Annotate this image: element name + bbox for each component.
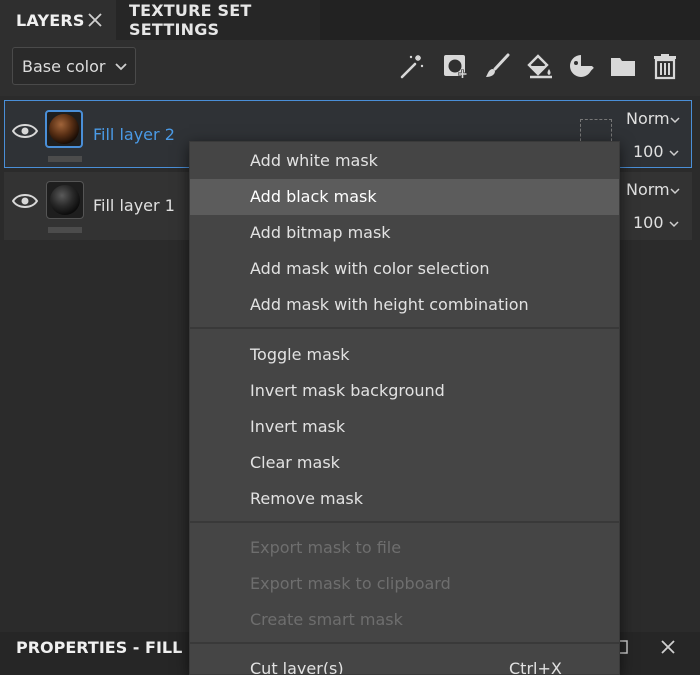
menu-item-label: Add black mask — [250, 187, 377, 206]
layer-mask-strip — [48, 156, 82, 162]
menu-item-invert-mask-background[interactable]: Invert mask background — [190, 373, 619, 409]
brush-icon[interactable] — [483, 52, 511, 80]
menu-item-invert-mask[interactable]: Invert mask — [190, 409, 619, 445]
material-sphere-icon — [49, 114, 79, 144]
folder-icon[interactable] — [609, 52, 637, 80]
opacity-value[interactable]: 100 — [633, 142, 664, 161]
chevron-down-icon — [115, 63, 127, 71]
tab-texture-set-settings-label: TEXTURE SET SETTINGS — [129, 1, 252, 39]
chevron-down-icon — [669, 221, 679, 228]
menu-item-add-black-mask[interactable]: Add black mask — [190, 179, 619, 215]
menu-separator — [190, 642, 619, 644]
menu-item-export-mask-to-file: Export mask to file — [190, 530, 619, 566]
menu-item-label: Add mask with height combination — [250, 295, 529, 314]
menu-item-label: Remove mask — [250, 489, 364, 508]
menu-item-label: Create smart mask — [250, 610, 403, 629]
blend-mode-select[interactable]: Norm — [626, 109, 670, 128]
close-icon[interactable] — [660, 639, 676, 655]
chevron-down-icon — [670, 188, 680, 195]
menu-separator — [190, 327, 619, 329]
menu-item-add-bitmap-mask[interactable]: Add bitmap mask — [190, 215, 619, 251]
menu-item-label: Clear mask — [250, 453, 340, 472]
eye-icon[interactable] — [12, 191, 38, 211]
eye-icon[interactable] — [12, 121, 38, 141]
add-mask-icon[interactable] — [441, 52, 469, 80]
fill-bucket-icon[interactable] — [525, 52, 553, 80]
magic-wand-icon[interactable] — [398, 52, 426, 80]
tab-texture-set-settings[interactable]: TEXTURE SET SETTINGS — [116, 0, 320, 40]
layer-name[interactable]: Fill layer 1 — [93, 196, 175, 215]
menu-item-toggle-mask[interactable]: Toggle mask — [190, 337, 619, 373]
menu-item-label: Add bitmap mask — [250, 223, 391, 242]
menu-item-label: Add mask with color selection — [250, 259, 490, 278]
menu-item-label: Invert mask — [250, 417, 346, 436]
properties-title: PROPERTIES - FILL — [16, 638, 183, 657]
trash-icon[interactable] — [651, 52, 679, 80]
layer-name[interactable]: Fill layer 2 — [93, 125, 175, 144]
menu-item-label: Toggle mask — [250, 345, 350, 364]
menu-item-label: Cut layer(s) — [250, 659, 344, 675]
menu-separator — [190, 521, 619, 523]
chevron-down-icon — [669, 150, 679, 157]
menu-item-add-mask-height-combination[interactable]: Add mask with height combination — [190, 287, 619, 323]
close-icon[interactable] — [86, 11, 104, 29]
chevron-down-icon — [670, 117, 680, 124]
menu-item-label: Export mask to file — [250, 538, 402, 557]
blend-mode-select[interactable]: Norm — [626, 180, 670, 199]
layer-context-menu: Add white mask Add black mask Add bitmap… — [189, 141, 620, 675]
tab-layers-label: LAYERS — [16, 10, 85, 30]
layer-thumbnail[interactable] — [45, 110, 83, 148]
menu-item-clear-mask[interactable]: Clear mask — [190, 445, 619, 481]
channel-select-value: Base color — [22, 56, 106, 76]
menu-item-label: Add white mask — [250, 151, 378, 170]
material-sphere-icon — [50, 185, 80, 215]
menu-item-label: Invert mask background — [250, 381, 445, 400]
menu-item-add-white-mask[interactable]: Add white mask — [190, 143, 619, 179]
layer-thumbnail[interactable] — [46, 181, 84, 219]
menu-item-label: Export mask to clipboard — [250, 574, 451, 593]
smart-material-icon[interactable] — [567, 52, 595, 80]
opacity-value[interactable]: 100 — [633, 213, 664, 232]
menu-item-cut-layers[interactable]: Cut layer(s) Ctrl+X — [190, 651, 619, 675]
menu-item-create-smart-mask: Create smart mask — [190, 602, 619, 638]
menu-item-shortcut: Ctrl+X — [509, 659, 562, 675]
menu-item-add-mask-color-selection[interactable]: Add mask with color selection — [190, 251, 619, 287]
layer-mask-strip — [48, 227, 82, 233]
menu-item-export-mask-to-clipboard: Export mask to clipboard — [190, 566, 619, 602]
menu-item-remove-mask[interactable]: Remove mask — [190, 481, 619, 517]
